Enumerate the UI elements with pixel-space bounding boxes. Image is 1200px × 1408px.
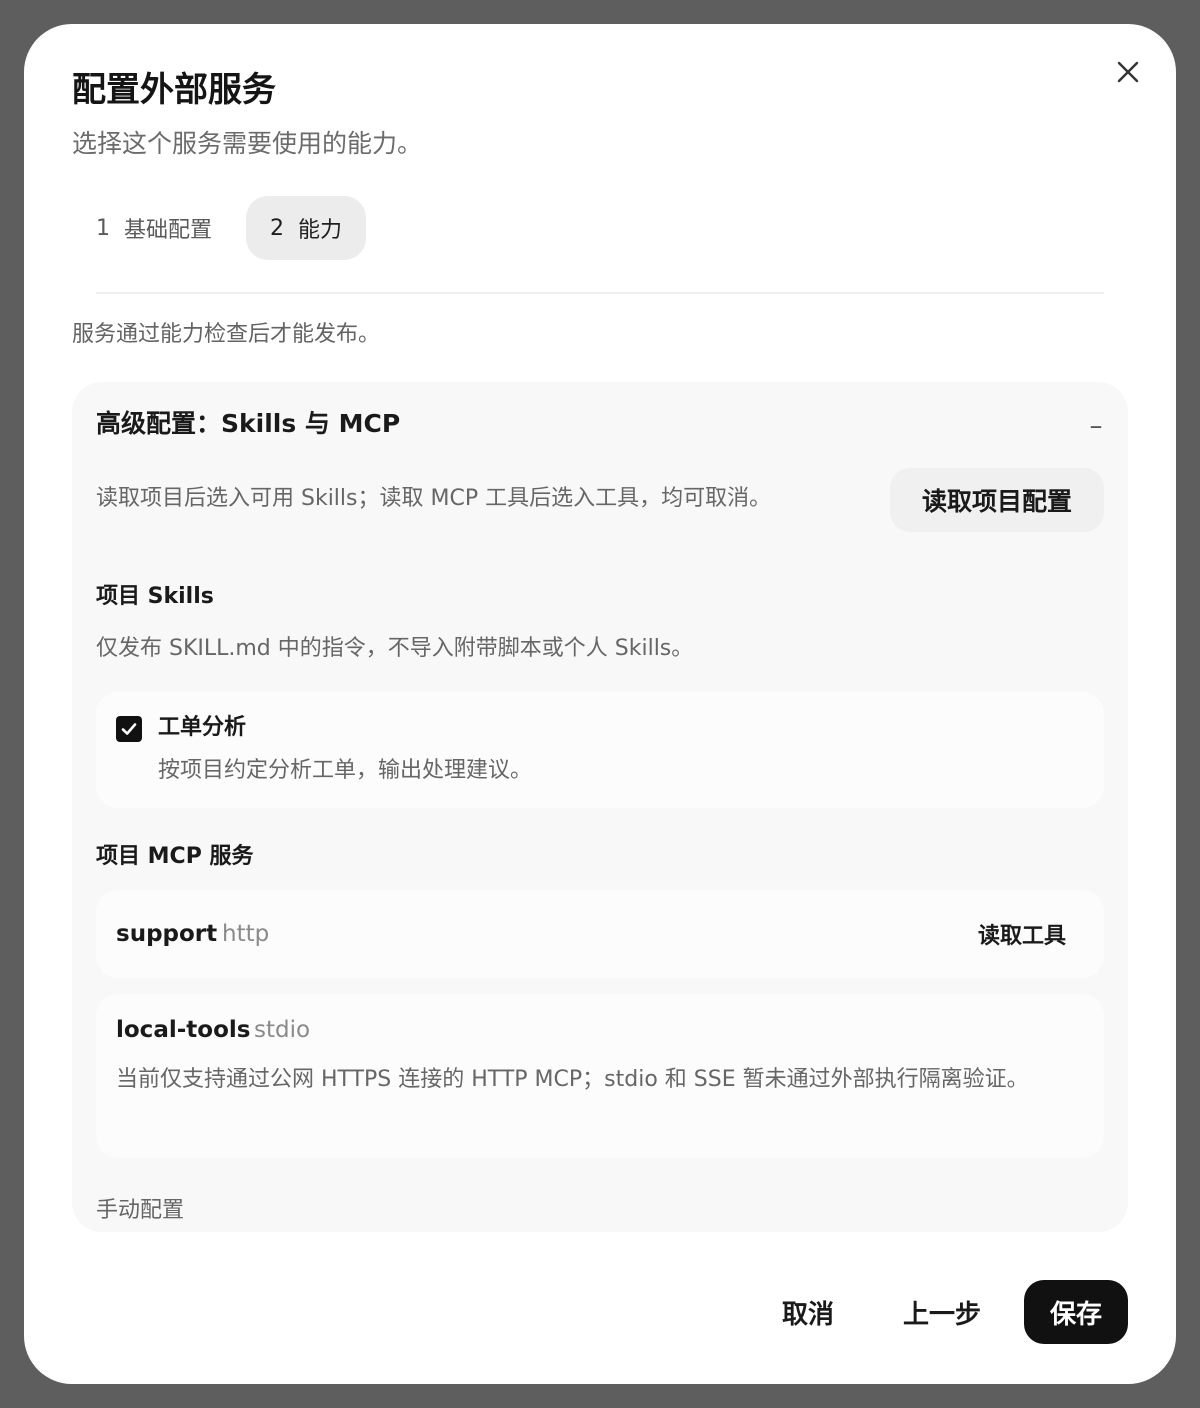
- read-tools-button[interactable]: 读取工具: [962, 912, 1082, 956]
- tab-capabilities[interactable]: 2 能力: [246, 196, 367, 260]
- close-button[interactable]: [1112, 56, 1144, 88]
- skill-card: 工单分析 按项目约定分析工单，输出处理建议。: [96, 692, 1104, 808]
- mcp-server-card: support http 读取工具: [96, 890, 1104, 978]
- step-tabs: 1 基础配置 2 能力: [72, 196, 367, 260]
- mcp-server-card: local-tools stdio 当前仅支持通过公网 HTTPS 连接的 HT…: [96, 994, 1104, 1158]
- configure-service-dialog: 配置外部服务 选择这个服务需要使用的能力。 1 基础配置 2 能力 服务通过能力…: [24, 24, 1176, 1384]
- step-label: 基础配置: [124, 218, 213, 243]
- skill-description: 按项目约定分析工单，输出处理建议。: [158, 758, 533, 783]
- dialog-subtitle: 选择这个服务需要使用的能力。: [72, 129, 423, 158]
- mcp-server-type: stdio: [254, 1017, 311, 1043]
- collapse-button[interactable]: –: [1080, 411, 1112, 441]
- skills-section-description: 仅发布 SKILL.md 中的指令，不导入附带脚本或个人 Skills。: [96, 636, 694, 661]
- advanced-config-description: 读取项目后选入可用 Skills；读取 MCP 工具后选入工具，均可取消。: [96, 486, 772, 511]
- cancel-button[interactable]: 取消: [760, 1280, 856, 1344]
- manual-config-link[interactable]: 手动配置: [96, 1194, 184, 1228]
- step-number: 2: [270, 215, 285, 241]
- advanced-config-title: 高级配置：Skills 与 MCP: [96, 409, 401, 438]
- read-project-config-button[interactable]: 读取项目配置: [890, 468, 1104, 532]
- publish-notice: 服务通过能力检查后才能发布。: [72, 322, 381, 347]
- mcp-server-type: http: [222, 921, 270, 947]
- divider: [96, 292, 1104, 294]
- back-button[interactable]: 上一步: [886, 1280, 998, 1344]
- step-number: 1: [96, 215, 110, 241]
- tab-basic-config[interactable]: 1 基础配置: [72, 196, 236, 260]
- mcp-unsupported-warning: 当前仅支持通过公网 HTTPS 连接的 HTTP MCP；stdio 和 SSE…: [116, 1067, 1029, 1092]
- checkmark-icon: [121, 723, 137, 735]
- mcp-server-name: support: [116, 921, 218, 947]
- save-button[interactable]: 保存: [1024, 1280, 1128, 1344]
- mcp-section-title: 项目 MCP 服务: [96, 844, 254, 869]
- skill-checkbox[interactable]: [116, 716, 142, 742]
- close-icon: [1117, 61, 1139, 83]
- skill-name: 工单分析: [158, 715, 247, 740]
- minus-icon: –: [1089, 411, 1103, 441]
- advanced-config-panel: 高级配置：Skills 与 MCP – 读取项目后选入可用 Skills；读取 …: [72, 382, 1128, 1232]
- step-label: 能力: [298, 218, 343, 243]
- skills-section-title: 项目 Skills: [96, 584, 214, 609]
- dialog-title: 配置外部服务: [72, 70, 276, 110]
- mcp-server-name: local-tools: [116, 1017, 251, 1043]
